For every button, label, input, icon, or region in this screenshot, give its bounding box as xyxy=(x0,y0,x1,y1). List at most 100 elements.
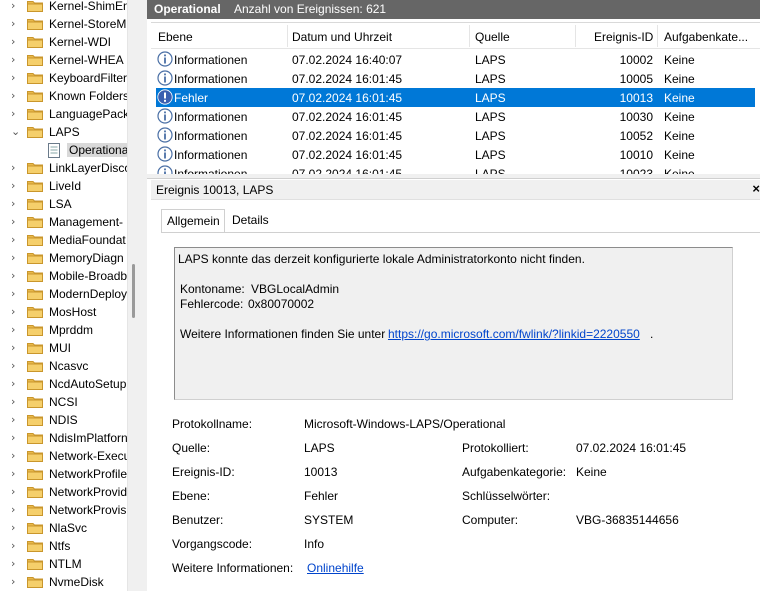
row-source: LAPS xyxy=(475,91,506,105)
chevron-right-icon[interactable]: › xyxy=(11,72,21,84)
tree-item[interactable]: › KeyboardFilter xyxy=(0,69,127,87)
chevron-right-icon[interactable]: › xyxy=(11,108,21,120)
chevron-down-icon[interactable]: ⌄ xyxy=(11,126,21,138)
user-label: Benutzer: xyxy=(172,513,224,527)
tree-item[interactable]: › MosHost xyxy=(0,303,127,321)
table-row[interactable]: Informationen 07.02.2024 16:01:45 LAPS 1000… xyxy=(151,69,760,88)
chevron-right-icon[interactable]: › xyxy=(11,90,21,102)
tree-item[interactable]: › Kernel-ShimEn xyxy=(0,0,127,15)
tree-item[interactable]: › NetworkProvid xyxy=(0,483,127,501)
tree-item[interactable]: › Kernel-WHEA xyxy=(0,51,127,69)
event-message-box[interactable]: LAPS konnte das derzeit konfigurierte lo… xyxy=(174,247,733,400)
chevron-right-icon[interactable]: › xyxy=(11,414,21,426)
chevron-right-icon[interactable]: › xyxy=(11,486,21,498)
tree-item[interactable]: › NetworkProfile xyxy=(0,465,127,483)
table-row[interactable]: Informationen 07.02.2024 16:01:45 LAPS 1001… xyxy=(151,145,760,164)
chevron-right-icon[interactable]: › xyxy=(11,162,21,174)
chevron-right-icon[interactable]: › xyxy=(11,252,21,264)
chevron-right-icon[interactable]: › xyxy=(11,18,21,30)
tree-item[interactable]: › NDIS xyxy=(0,411,127,429)
chevron-right-icon[interactable]: › xyxy=(11,396,21,408)
tree-item[interactable]: › NCSI xyxy=(0,393,127,411)
chevron-right-icon[interactable]: › xyxy=(11,378,21,390)
folder-icon xyxy=(27,235,43,246)
tree-item[interactable]: › LinkLayerDisco xyxy=(0,159,127,177)
column-header-event-id[interactable]: Ereignis-ID xyxy=(594,30,653,44)
chevron-right-icon[interactable]: › xyxy=(11,504,21,516)
tree-item[interactable]: › ModernDeploy xyxy=(0,285,127,303)
tree-item[interactable]: › NvmeDisk xyxy=(0,573,127,591)
tab-details[interactable]: Details xyxy=(227,209,275,232)
chevron-right-icon[interactable]: › xyxy=(11,0,21,12)
more-info-url[interactable]: https://go.microsoft.com/fwlink/?linkid=… xyxy=(388,327,640,341)
keywords-label: Schlüsselwörter: xyxy=(462,489,551,503)
tree-item[interactable]: › Mobile-Broadb xyxy=(0,267,127,285)
chevron-right-icon[interactable]: › xyxy=(11,306,21,318)
tree-item[interactable]: › LiveId xyxy=(0,177,127,195)
chevron-right-icon[interactable]: › xyxy=(11,216,21,228)
table-row[interactable]: Informationen 07.02.2024 16:40:07 LAPS 1000… xyxy=(151,50,760,69)
close-icon[interactable]: × xyxy=(752,181,760,196)
folder-icon xyxy=(27,73,43,84)
column-separator[interactable] xyxy=(469,25,470,47)
chevron-right-icon[interactable]: › xyxy=(11,342,21,354)
tree-item[interactable]: › NTLM xyxy=(0,555,127,573)
tree-item[interactable]: › NlaSvc xyxy=(0,519,127,537)
chevron-right-icon[interactable]: › xyxy=(11,288,21,300)
tree-item[interactable]: › Ntfs xyxy=(0,537,127,555)
online-help-link[interactable]: Onlinehilfe xyxy=(307,561,364,575)
tree-item[interactable]: › Network-Execu xyxy=(0,447,127,465)
chevron-right-icon[interactable]: › xyxy=(11,36,21,48)
tree-item[interactable]: › NcdAutoSetup xyxy=(0,375,127,393)
column-separator[interactable] xyxy=(657,25,658,47)
chevron-right-icon[interactable]: › xyxy=(11,558,21,570)
table-row[interactable]: Informationen 07.02.2024 16:01:45 LAPS 1003… xyxy=(151,107,760,126)
tree-item[interactable]: › Known Folders xyxy=(0,87,127,105)
chevron-right-icon[interactable]: › xyxy=(11,468,21,480)
tree-item[interactable]: › Kernel-WDI xyxy=(0,33,127,51)
chevron-right-icon[interactable]: › xyxy=(11,270,21,282)
tree-item[interactable]: ⌄ LAPS xyxy=(0,123,127,141)
tree-item-operational[interactable]: Operational xyxy=(0,141,127,159)
tree-item[interactable]: › NetworkProvisi xyxy=(0,501,127,519)
chevron-right-icon[interactable]: › xyxy=(11,450,21,462)
chevron-right-icon[interactable]: › xyxy=(11,234,21,246)
tree-item[interactable]: › MUI xyxy=(0,339,127,357)
log-tree[interactable]: › Kernel-ShimEn › Kernel-StoreM › Kernel-WDI ›… xyxy=(0,0,127,591)
column-separator[interactable] xyxy=(575,25,576,47)
row-event-id: 10010 xyxy=(619,148,653,162)
tab-general[interactable]: Allgemein xyxy=(161,209,225,232)
chevron-right-icon[interactable]: › xyxy=(11,576,21,588)
chevron-right-icon[interactable]: › xyxy=(11,54,21,66)
chevron-right-icon[interactable]: › xyxy=(11,432,21,444)
tree-scrollbar-thumb[interactable] xyxy=(132,264,135,318)
tree-item[interactable]: › LanguagePack xyxy=(0,105,127,123)
chevron-right-icon[interactable]: › xyxy=(11,324,21,336)
tree-item[interactable]: › LSA xyxy=(0,195,127,213)
tree-item[interactable]: › MemoryDiagn xyxy=(0,249,127,267)
chevron-right-icon[interactable]: › xyxy=(11,540,21,552)
column-header-level[interactable]: Ebene xyxy=(158,30,193,44)
column-header-source[interactable]: Quelle xyxy=(475,30,510,44)
event-list[interactable]: Ebene Datum und Uhrzeit Quelle Ereignis-… xyxy=(151,22,760,174)
column-header-date[interactable]: Datum und Uhrzeit xyxy=(292,30,392,44)
chevron-right-icon[interactable]: › xyxy=(11,522,21,534)
chevron-right-icon[interactable]: › xyxy=(11,198,21,210)
tree-item[interactable]: › Kernel-StoreM xyxy=(0,15,127,33)
column-header-task-category[interactable]: Aufgabenkate... xyxy=(664,30,748,44)
chevron-right-icon[interactable]: › xyxy=(11,360,21,372)
tree-item[interactable]: › Ncasvc xyxy=(0,357,127,375)
chevron-right-icon[interactable]: › xyxy=(11,180,21,192)
tree-item[interactable]: › NdisImPlatforn xyxy=(0,429,127,447)
pane-splitter[interactable] xyxy=(137,0,147,591)
tree-item[interactable]: › MediaFoundat xyxy=(0,231,127,249)
tree-item[interactable]: › Mprddm xyxy=(0,321,127,339)
table-row[interactable]: Informationen 07.02.2024 16:01:45 LAPS 1005… xyxy=(151,126,760,145)
tree-item[interactable]: › Management- xyxy=(0,213,127,231)
table-row[interactable]: Informationen 07.02.2024 16:01:45 LAPS 1002… xyxy=(151,164,760,174)
column-separator[interactable] xyxy=(287,25,288,47)
horizontal-splitter[interactable] xyxy=(147,174,760,179)
table-row[interactable]: Fehler 07.02.2024 16:01:45 LAPS 10013 Keine xyxy=(156,88,755,107)
message-line: LAPS konnte das derzeit konfigurierte lo… xyxy=(178,252,585,266)
task-category-value: Keine xyxy=(576,465,607,479)
